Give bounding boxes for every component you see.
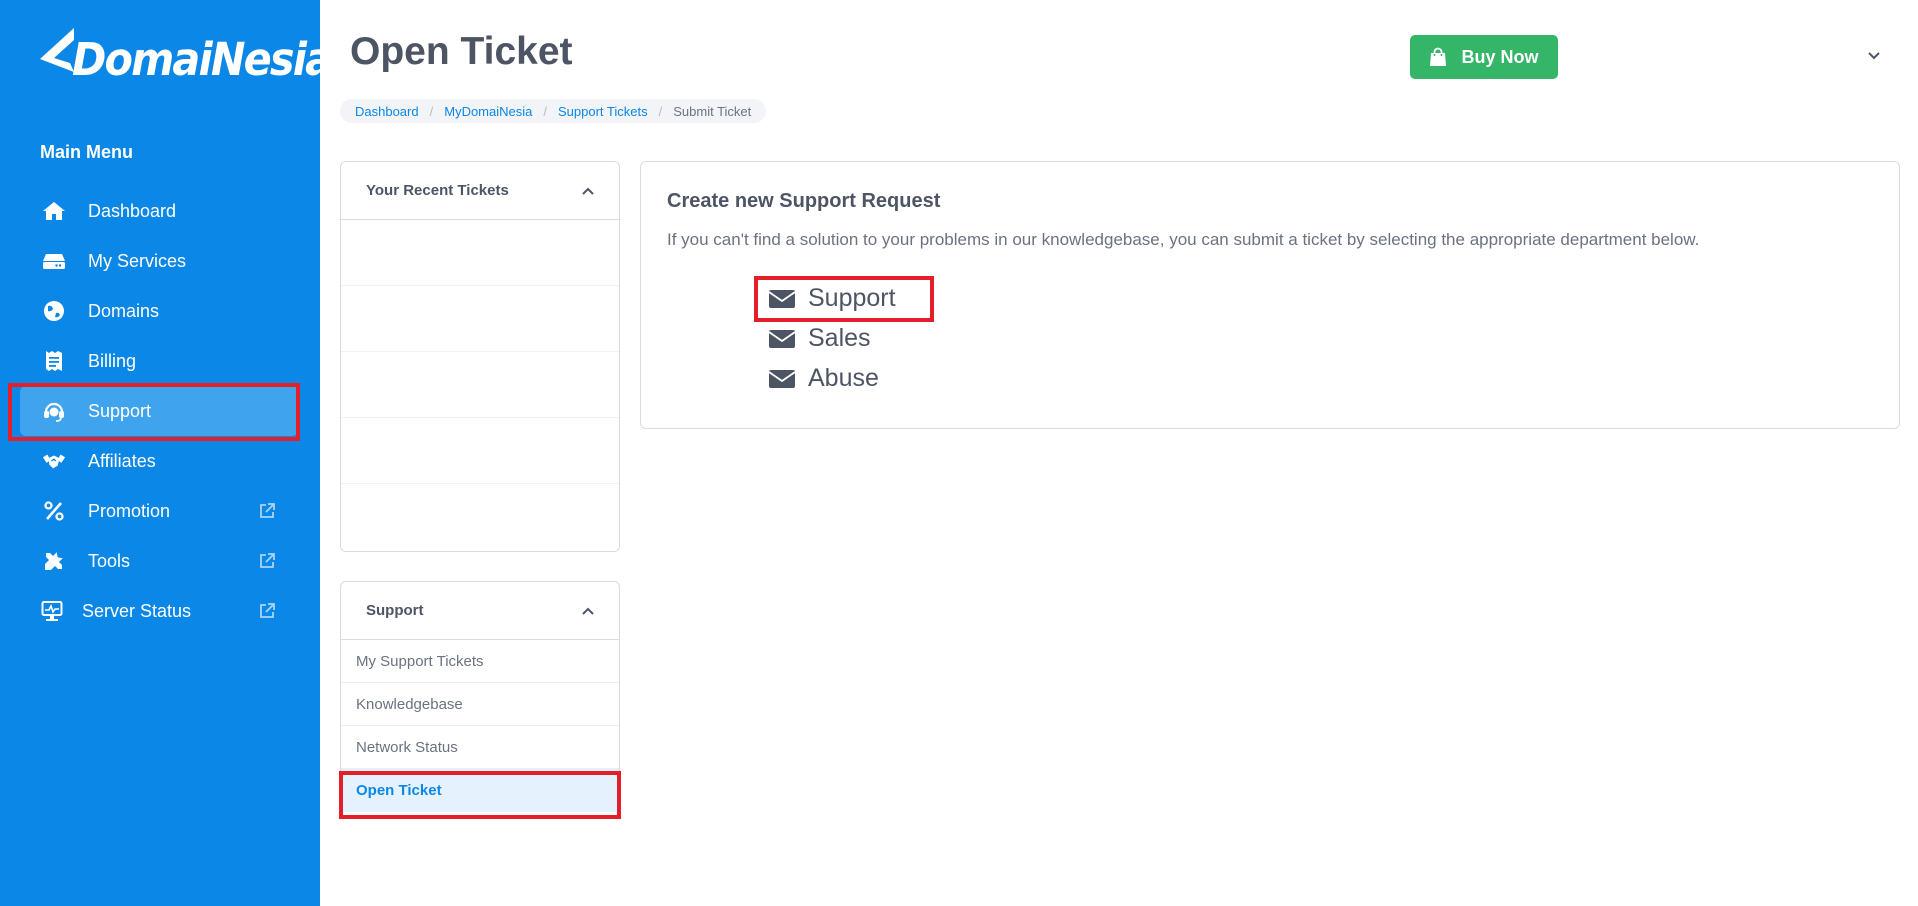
sidebar-item-domains[interactable]: Domains	[20, 286, 298, 336]
sidebar-item-server-status[interactable]: Server Status	[20, 586, 298, 636]
ticket-row-empty	[341, 220, 619, 286]
create-request-description: If you can't find a solution to your pro…	[667, 230, 1700, 249]
ticket-row-empty	[341, 418, 619, 484]
support-link-my-support-tickets[interactable]: My Support Tickets	[341, 640, 619, 683]
envelope-icon	[769, 289, 795, 308]
handshake-icon	[42, 449, 66, 473]
department-label: Abuse	[808, 364, 879, 392]
shopping-bag-icon	[1430, 47, 1447, 66]
monitor-icon	[40, 599, 64, 623]
create-request-panel: Create new Support Request If you can't …	[640, 161, 1900, 429]
department-label: Support	[808, 284, 896, 312]
chevron-up-icon[interactable]	[581, 184, 595, 198]
globe-icon	[42, 299, 66, 323]
sidebar-item-promotion[interactable]: Promotion	[20, 486, 298, 536]
breadcrumb-mydomainesia[interactable]: MyDomaiNesia	[444, 104, 532, 119]
breadcrumb: Dashboard / MyDomaiNesia / Support Ticke…	[340, 99, 767, 123]
envelope-icon	[769, 329, 795, 348]
ticket-row-empty	[341, 286, 619, 352]
percent-icon	[42, 499, 66, 523]
sidebar-item-label: Support	[88, 400, 152, 421]
breadcrumb-dashboard[interactable]: Dashboard	[355, 104, 419, 119]
sidebar-item-label: Dashboard	[88, 200, 177, 221]
chevron-down-icon[interactable]	[1866, 48, 1882, 64]
sidebar-item-label: My Services	[88, 250, 187, 271]
domainesia-logo[interactable]: DomaiNesia	[40, 28, 354, 90]
sidebar-item-billing[interactable]: Billing	[20, 336, 298, 386]
sidebar-item-tools[interactable]: Tools	[20, 536, 298, 586]
recent-tickets-header[interactable]: Your Recent Tickets	[341, 162, 619, 220]
logo-mark-icon	[40, 28, 74, 72]
main-menu: Dashboard My Services Domains Billing Su…	[20, 186, 298, 636]
breadcrumb-support-tickets[interactable]: Support Tickets	[558, 104, 648, 119]
chevron-up-icon[interactable]	[581, 604, 595, 618]
department-support[interactable]: Support	[769, 284, 896, 313]
receipt-icon	[42, 349, 66, 373]
create-request-title: Create new Support Request	[667, 190, 941, 212]
server-icon	[42, 249, 66, 273]
sidebar: DomaiNesia Main Menu Dashboard My Servic…	[0, 0, 333, 906]
department-abuse[interactable]: Abuse	[769, 364, 879, 393]
breadcrumb-current: Submit Ticket	[673, 103, 752, 119]
department-sales[interactable]: Sales	[769, 324, 871, 353]
department-label: Sales	[808, 324, 871, 352]
sidebar-item-label: Domains	[88, 300, 160, 321]
logo-text: DomaiNesia	[72, 32, 333, 86]
external-link-icon	[260, 553, 275, 568]
main-menu-title: Main Menu	[40, 142, 133, 162]
support-link-open-ticket[interactable]: Open Ticket	[341, 769, 619, 812]
headset-icon	[42, 399, 66, 423]
sidebar-item-label: Affiliates	[88, 450, 156, 471]
ticket-row-empty	[341, 352, 619, 418]
support-panel: Support My Support Tickets Knowledgebase…	[340, 581, 620, 817]
sidebar-item-affiliates[interactable]: Affiliates	[20, 436, 298, 486]
breadcrumb-separator: /	[543, 103, 547, 119]
sidebar-item-label: Tools	[88, 550, 131, 571]
page-title: Open Ticket	[350, 30, 573, 73]
buy-now-button[interactable]: Buy Now	[1410, 35, 1558, 79]
sidebar-item-label: Server Status	[82, 600, 192, 621]
support-link-network-status[interactable]: Network Status	[341, 726, 619, 769]
home-icon	[42, 199, 66, 223]
breadcrumb-separator: /	[429, 103, 434, 119]
external-link-icon	[260, 503, 275, 518]
sidebar-item-label: Billing	[88, 350, 137, 371]
sidebar-item-dashboard[interactable]: Dashboard	[20, 186, 298, 236]
support-panel-header[interactable]: Support	[341, 582, 619, 640]
support-panel-title: Support	[366, 602, 424, 619]
recent-tickets-title: Your Recent Tickets	[366, 182, 509, 199]
recent-tickets-panel: Your Recent Tickets	[340, 161, 620, 552]
sidebar-item-my-services[interactable]: My Services	[20, 236, 298, 286]
sidebar-item-label: Promotion	[88, 500, 171, 521]
envelope-icon	[769, 369, 795, 388]
tools-icon	[42, 549, 66, 573]
support-link-knowledgebase[interactable]: Knowledgebase	[341, 683, 619, 726]
buy-now-label: Buy Now	[1461, 46, 1539, 67]
external-link-icon	[260, 603, 275, 618]
breadcrumb-separator: /	[658, 103, 663, 119]
sidebar-item-support[interactable]: Support	[20, 386, 298, 436]
